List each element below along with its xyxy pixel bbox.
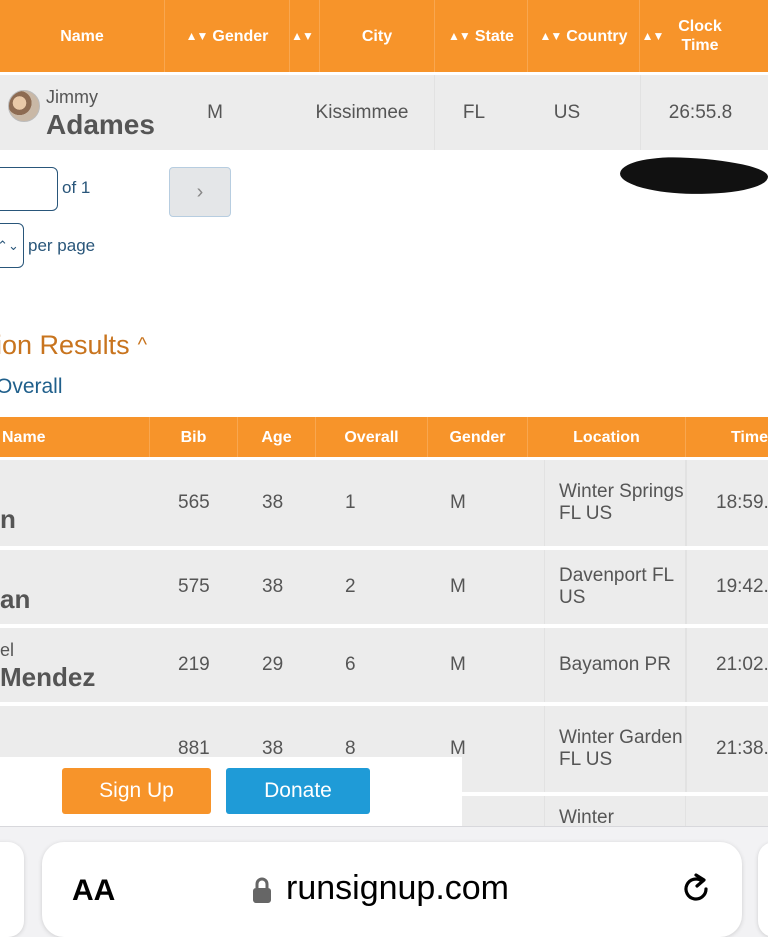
runner-first-name: Jimmy [46, 87, 98, 107]
sort-icon: ▲▼ [539, 28, 562, 43]
page-number-input[interactable] [0, 167, 58, 211]
overall-cell: 2 [345, 576, 356, 597]
chevron-up-icon: ^ [137, 334, 147, 356]
header-city[interactable]: City [320, 0, 435, 72]
runner-gender: M [207, 101, 223, 123]
header-gender-label: Gender [212, 27, 269, 45]
header-clock-time[interactable]: Clock Time [668, 0, 732, 72]
results-header-gender[interactable]: Gender [428, 417, 528, 457]
header-name[interactable]: Name [0, 0, 165, 72]
header-name-label: Name [60, 27, 104, 45]
page-count-label: of 1 [62, 178, 91, 197]
results-header-name[interactable]: Name [0, 417, 150, 457]
table-row[interactable]: el Mendez 219 29 6 M Bayamon PR 21:02. [0, 628, 768, 702]
age-cell: 38 [262, 492, 284, 513]
overall-link[interactable]: Overall [0, 375, 63, 399]
results-table-header: Name Bib Age Overall Gender Location Tim… [0, 417, 768, 457]
header-sort-time[interactable]: ▲▼ [640, 0, 670, 72]
runner-last-name[interactable]: Mendez [0, 662, 95, 693]
bib-cell: 565 [178, 492, 210, 513]
gender-cell: M [450, 576, 466, 597]
per-page-select[interactable]: ⌃⌄ [0, 223, 24, 268]
time-cell: 21:02. [686, 628, 768, 702]
table-row[interactable]: an 575 38 2 M Davenport FL US 19:42. [0, 550, 768, 624]
location-cell: Bayamon PR [544, 628, 686, 702]
header-city-label: City [361, 27, 393, 45]
overall-cell: 1 [345, 492, 356, 513]
runner-last-name[interactable]: n [0, 504, 16, 535]
sort-icon: ▲▼ [448, 28, 471, 43]
location-cell: Winter Garden FL US [544, 706, 686, 792]
results-header-location[interactable]: Location [528, 417, 686, 457]
header-gender[interactable]: ▲▼ Gender [165, 0, 290, 72]
text-size-label: AA [72, 874, 116, 907]
sign-up-button[interactable]: Sign Up [62, 768, 211, 814]
next-page-button[interactable]: › [169, 167, 231, 217]
age-cell: 38 [262, 576, 284, 597]
time-cell: 19:42. [686, 550, 768, 624]
runner-last-name[interactable]: Adames [46, 109, 155, 141]
results-header-time[interactable]: Time [686, 417, 768, 457]
next-tab-preview[interactable] [758, 842, 768, 937]
lock-icon [253, 877, 271, 903]
reload-icon[interactable] [676, 869, 716, 909]
header-country[interactable]: ▲▼ Country [528, 0, 640, 72]
location-cell: Winter Springs FL US [544, 460, 686, 546]
gender-cell: M [450, 492, 466, 513]
top-table-row[interactable]: Jimmy Adames M Kissimmee FL US 26:55.8 [0, 75, 768, 150]
up-down-chevron-icon: ⌃⌄ [0, 237, 19, 253]
donate-button[interactable]: Donate [226, 768, 370, 814]
runner-country: US [553, 101, 581, 123]
results-header-overall[interactable]: Overall [316, 417, 428, 457]
location-cell: Davenport FL US [544, 550, 686, 624]
header-state-label: State [474, 27, 514, 45]
age-cell: 29 [262, 654, 284, 675]
runner-city: Kissimmee [290, 75, 435, 150]
table-row[interactable]: n 565 38 1 M Winter Springs FL US 18:59. [0, 460, 768, 546]
redaction-scribble [619, 155, 768, 197]
per-page-label: per page [28, 236, 96, 255]
runner-avatar [8, 90, 40, 122]
sort-icon: ▲▼ [291, 28, 314, 43]
header-country-label: Country [566, 27, 628, 45]
time-cell: 18:59. [686, 460, 768, 546]
runner-last-name[interactable]: an [0, 584, 30, 615]
chevron-right-icon: › [196, 180, 204, 203]
bib-cell: 575 [178, 576, 210, 597]
runner-clock-time: 26:55.8 [640, 75, 760, 150]
results-header-age[interactable]: Age [238, 417, 316, 457]
section-title[interactable]: ion Results ^ [0, 330, 147, 361]
time-cell: 21:38. [686, 706, 768, 792]
sort-icon: ▲▼ [185, 28, 209, 43]
location-cell: Winter [544, 796, 686, 827]
results-header-bib[interactable]: Bib [150, 417, 238, 457]
runner-first-name: el [0, 640, 15, 660]
section-title-text: ion Results [0, 330, 130, 360]
previous-tab-preview[interactable] [0, 842, 24, 937]
runner-state: FL [462, 101, 486, 123]
bib-cell: 219 [178, 654, 210, 675]
header-clock-time-label: Clock Time [678, 18, 722, 54]
gender-cell: M [450, 654, 466, 675]
header-sort-city[interactable]: ▲▼ [290, 0, 320, 72]
header-state[interactable]: ▲▼ State [435, 0, 528, 72]
url-text[interactable]: runsignup.com [286, 869, 509, 908]
overall-cell: 6 [345, 654, 356, 675]
text-size-button[interactable]: AA [72, 874, 115, 908]
top-table-header: Name ▲▼ Gender ▲▼ City ▲▼ State ▲▼ Country … [0, 0, 768, 72]
sort-icon: ▲▼ [641, 28, 665, 43]
